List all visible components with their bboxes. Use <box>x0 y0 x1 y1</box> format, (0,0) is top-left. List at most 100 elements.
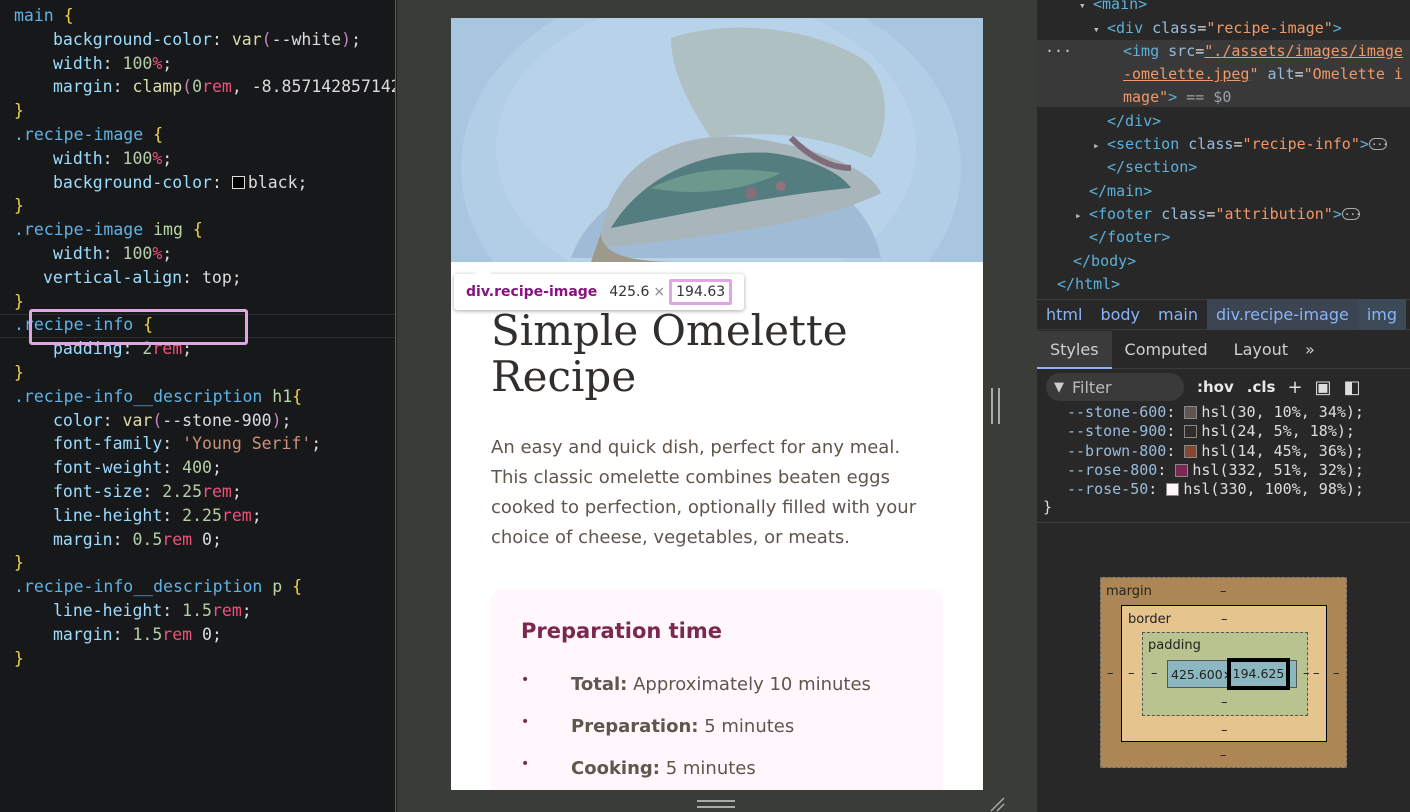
dom-section-close[interactable]: </section> <box>1107 156 1197 179</box>
cls-button[interactable]: .cls <box>1247 378 1276 396</box>
style-variable-row[interactable]: --rose-50: hsl(330, 100%, 98%); <box>1067 480 1364 499</box>
collapsed-ellipsis-icon[interactable] <box>1368 133 1388 156</box>
dom-section[interactable]: ▸ <section class="recipe-info"> <box>1093 133 1388 156</box>
dom-main-open[interactable]: ▾ <main> <box>1079 0 1147 16</box>
code-line[interactable]: main { <box>14 4 74 28</box>
color-swatch-icon[interactable] <box>1166 483 1180 497</box>
box-model-padding[interactable]: padding – – – 425.600× 194.625 <box>1142 632 1310 716</box>
code-line[interactable]: margin: 1.5rem 0; <box>0 623 222 647</box>
dom-img-cont[interactable]: -omelette.jpeg" alt="Omelette i <box>1123 63 1403 86</box>
code-line[interactable]: background-color: var(--white); <box>0 28 361 52</box>
dom-img[interactable]: <img src="./assets/images/image <box>1123 40 1403 63</box>
more-tabs-icon[interactable]: » <box>1301 331 1328 369</box>
style-variable-row[interactable]: --stone-900: hsl(24, 5%, 18%); <box>1067 422 1355 441</box>
code-editor[interactable]: main {background-color: var(--white); wid… <box>0 0 396 812</box>
tab-layout[interactable]: Layout <box>1221 331 1301 369</box>
preview-pane: Simple Omelette Recipe An easy and quick… <box>397 0 1037 812</box>
code-line[interactable]: width: 100%; <box>0 52 172 76</box>
code-line[interactable]: } <box>14 290 24 314</box>
dom-body-close[interactable]: </body> <box>1073 250 1136 273</box>
dom-footer-close[interactable]: </footer> <box>1089 226 1170 249</box>
code-line[interactable]: color: var(--stone-900); <box>0 409 291 433</box>
dom-main-close[interactable]: </main> <box>1089 180 1152 203</box>
breadcrumb-div[interactable]: div.recipe-image <box>1207 299 1358 330</box>
code-line[interactable]: font-size: 2.25rem; <box>0 480 242 504</box>
code-line[interactable]: .recipe-image { <box>14 123 163 147</box>
filter-placeholder: Filter <box>1072 377 1112 397</box>
preparation-title: Preparation time <box>521 619 723 643</box>
style-variable-row[interactable]: --brown-800: hsl(14, 45%, 36%); <box>1067 442 1364 461</box>
breadcrumb-body[interactable]: body <box>1091 299 1149 330</box>
code-line[interactable]: line-height: 2.25rem; <box>0 504 262 528</box>
color-swatch-icon[interactable] <box>231 175 245 189</box>
code-line[interactable]: .recipe-info__description p { <box>14 575 302 599</box>
style-variable-row[interactable]: --stone-600: hsl(30, 10%, 34%); <box>1067 403 1364 422</box>
bullet-icon: • <box>521 714 530 730</box>
box-model-content[interactable]: 425.600× 194.625 <box>1167 658 1297 690</box>
code-line[interactable]: .recipe-info__description h1{ <box>14 385 302 409</box>
style-variable-row[interactable]: --rose-800: hsl(332, 51%, 32%); <box>1067 461 1364 480</box>
breadcrumb-main[interactable]: main <box>1149 299 1207 330</box>
resize-handle-horizontal[interactable] <box>697 800 735 808</box>
breadcrumb: html body main div.recipe-image img <box>1037 299 1410 330</box>
prep-value: 5 minutes <box>698 716 795 737</box>
code-line[interactable]: } <box>14 647 24 671</box>
tab-styles[interactable]: Styles <box>1037 330 1112 369</box>
code-line[interactable]: } <box>14 194 24 218</box>
margin-bottom-value: – <box>1220 748 1227 763</box>
dom-img-end[interactable]: mage"> == $0 <box>1123 86 1231 109</box>
code-line[interactable]: .recipe-image img { <box>14 218 203 242</box>
collapsed-ellipsis-icon[interactable] <box>1341 203 1361 226</box>
recipe-page: Simple Omelette Recipe An easy and quick… <box>451 18 983 790</box>
dom-div-open[interactable]: ▾ <div class="recipe-image"> <box>1093 17 1342 40</box>
box-model-border[interactable]: border – – – – padding – – – 425.600× 19… <box>1121 605 1327 742</box>
tooltip-arrow <box>475 266 491 274</box>
border-bottom-value: – <box>1221 723 1228 738</box>
tab-computed[interactable]: Computed <box>1112 331 1221 369</box>
border-right-value: – <box>1313 666 1320 681</box>
code-line[interactable]: font-family: 'Young Serif'; <box>0 432 321 456</box>
code-line[interactable]: font-weight: 400; <box>0 456 222 480</box>
code-line[interactable]: width: 100%; <box>0 147 172 171</box>
code-line[interactable]: line-height: 1.5rem; <box>0 599 252 623</box>
breadcrumb-html[interactable]: html <box>1037 299 1091 330</box>
bullet-icon: • <box>521 756 530 772</box>
box-model-margin[interactable]: margin – – – – border – – – – padding – … <box>1100 577 1347 768</box>
style-rule-close: } <box>1043 498 1053 516</box>
dom-row-menu-icon[interactable]: ··· <box>1045 40 1072 63</box>
filter-input[interactable]: ▼ Filter <box>1046 373 1184 401</box>
paint-brush-icon[interactable]: ▣ <box>1315 377 1332 398</box>
inspect-overlay <box>451 18 983 262</box>
code-line[interactable]: background-color: black; <box>0 171 307 195</box>
content-height: 194.625 <box>1227 658 1290 690</box>
inspect-tooltip: div.recipe-image 425.6 × 194.63 <box>454 274 745 310</box>
prep-label: Cooking: <box>571 758 660 779</box>
dom-html-close[interactable]: </html> <box>1057 273 1120 296</box>
code-line[interactable]: } <box>14 551 24 575</box>
code-line[interactable]: } <box>14 361 24 385</box>
margin-right-value: – <box>1333 666 1340 681</box>
resize-handle-vertical[interactable] <box>991 388 1000 424</box>
code-line[interactable]: } <box>14 99 24 123</box>
bullet-icon: • <box>521 672 530 688</box>
color-swatch-icon[interactable] <box>1184 444 1198 458</box>
dom-div-close[interactable]: </div> <box>1107 110 1161 133</box>
color-swatch-icon[interactable] <box>1184 406 1198 419</box>
resize-corner-icon[interactable] <box>989 796 1005 812</box>
breadcrumb-img[interactable]: img <box>1357 299 1407 330</box>
add-rule-icon[interactable]: + <box>1287 377 1302 398</box>
toggle-sidebar-icon[interactable]: ◧ <box>1344 377 1361 398</box>
preparation-card: Preparation time • Total: Approximately … <box>491 589 943 790</box>
recipe-image[interactable] <box>451 18 983 262</box>
color-swatch-icon[interactable] <box>1175 463 1189 477</box>
styles-tabs: Styles Computed Layout » <box>1037 330 1410 369</box>
code-line[interactable]: vertical-align: top; <box>0 266 242 290</box>
color-swatch-icon[interactable] <box>1184 425 1198 439</box>
dom-footer[interactable]: ▸ <footer class="attribution"> <box>1075 203 1361 226</box>
hov-button[interactable]: :hov <box>1197 378 1234 396</box>
code-line[interactable]: margin: clamp(0rem, -8.8571428571428; <box>0 75 395 99</box>
code-line[interactable]: width: 100%; <box>0 242 172 266</box>
filter-bar: ▼ Filter :hov .cls + ▣ ◧ <box>1037 369 1410 405</box>
code-line[interactable]: margin: 0.5rem 0; <box>0 528 222 552</box>
page-title: Simple Omelette Recipe <box>491 306 848 401</box>
